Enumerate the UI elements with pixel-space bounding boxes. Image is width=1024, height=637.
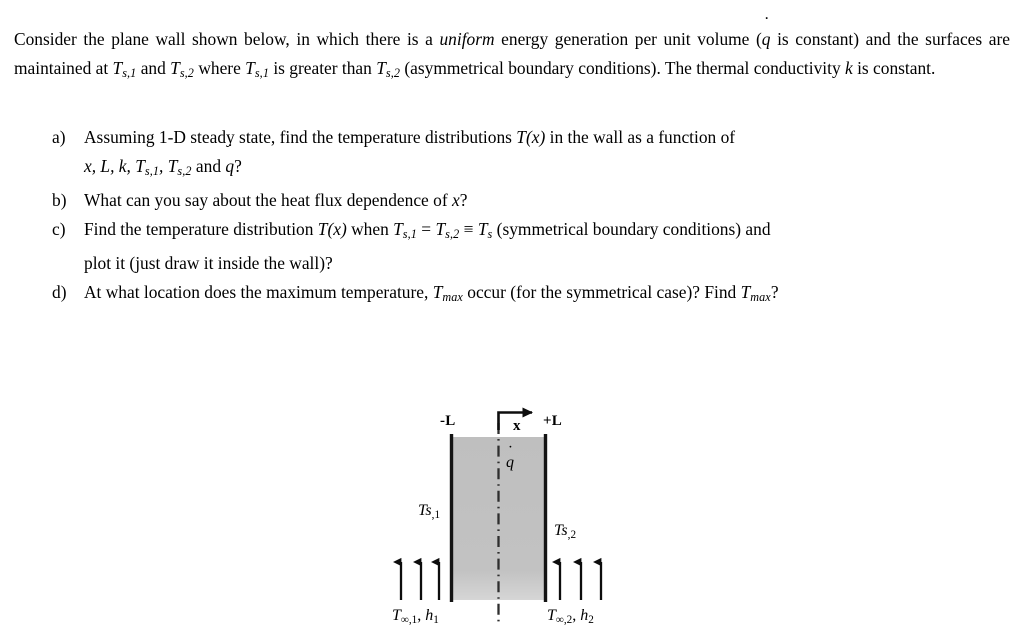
question-c-line-1: Find the temperature distribution T(x) w… [84,215,992,249]
question-marker-c: c) [52,219,66,240]
question-c-line-2: plot it (just draw it inside the wall)? [84,253,333,274]
diagram-h2-sub: 2 [588,613,594,626]
subscript-s2: s,2 [179,66,194,81]
intro-text-4: and [136,58,171,79]
question-b-line-1: What can you say about the heat flux dep… [84,186,992,215]
diagram-Tinf2-base: T [547,607,556,624]
question-body-c: Find the temperature distribution T(x) w… [84,215,992,278]
question-item-c: c) Find the temperature distribution T(x… [52,215,992,278]
intro-text-8: is constant. [852,58,936,79]
diagram-Ts1-base: Ts [418,502,432,519]
qa-text-1: Assuming 1-D steady state, find the temp… [84,127,517,147]
qb-symbol-x: x [451,190,460,211]
symbol-k: k [845,58,853,79]
diagram-q-dot-glyph: q [506,454,514,472]
qd-sub-max: max [442,290,463,305]
intro-emphasis-uniform: uniform [439,29,495,50]
diagram-Tinf1-base: T [392,607,401,624]
diagram-Ts2-sub: ,2 [567,528,577,541]
qc-symbol-T1: T [393,219,403,240]
convection-arrows-left [393,557,441,600]
qd-text-1: At what location does the maximum temper… [84,282,433,303]
qb-text-1: What can you say about the heat flux dep… [84,190,452,211]
qc-equals: = [416,219,436,240]
intro-text-7: (asymmetrical boundary conditions). The … [400,58,845,79]
intro-text-2: energy generation per unit volume ( [494,29,762,50]
intro-text-5: where [193,58,246,79]
qc-symbol-T: T [317,219,328,240]
qc-sub-s1: s,1 [402,227,417,242]
diagram-label-Tinf1-h1: T∞,1, h1 [392,607,439,626]
qd-text-3: ? [770,282,779,303]
qd-text-2: occur (for the symmetrical case)? Find [462,282,741,303]
intro-text-1: Consider the plane wall shown below, in … [14,29,440,50]
question-item-d: d) At what location does the maximum tem… [52,278,992,312]
diagram-Tinf1-sub: ∞,1 [400,613,418,626]
q-dot-symbol: q [762,25,771,54]
subscript-s1: s,1 [122,66,137,81]
question-item-a: a) Assuming 1-D steady state, find the t… [52,123,992,186]
document-page: Consider the plane wall shown below, in … [0,0,1024,637]
question-marker-b: b) [52,190,67,211]
diagram-Ts2-base: Ts [554,522,568,539]
diagram-label-Ts2: Ts,2 [554,522,576,541]
intro-text-6: is greater than [269,58,377,79]
question-item-b: b) What can you say about the heat flux … [52,186,992,215]
intro-paragraph: Consider the plane wall shown below, in … [14,25,1010,88]
question-marker-d: d) [52,282,67,303]
diagram-label-Tinf2-h2: T∞,2, h2 [547,607,594,626]
diagram-label-q-dot: q [506,454,514,472]
qa-sub-s1: s,1 [144,164,160,179]
qa-and: and [191,156,226,176]
qc-symbol-T2: T [435,219,446,240]
qc-text-2: when [346,219,394,240]
qc-text-1: Find the temperature distribution [84,219,318,240]
qc-text-3: (symmetrical boundary conditions) and [492,219,771,240]
question-marker-a: a) [52,127,66,147]
diagram-label-minus-L: -L [440,413,456,429]
diagram-Tinf2-sub: ∞,2 [555,613,573,626]
qa-q-dot-symbol: q [225,152,234,181]
qa-end: ? [234,156,242,176]
diagram-Ts1-sub: ,1 [431,508,441,521]
diagram-label-Ts1: Ts,1 [418,502,440,521]
qc-sub-s2: s,2 [445,227,460,242]
symbol-T-s2: T [170,58,180,79]
qa-sub-s2: s,2 [177,164,192,179]
question-body-d: At what location does the maximum temper… [84,278,992,312]
qa-symbol-x: (x) [525,127,546,147]
qd-symbol-T: T [432,282,443,303]
subscript-s1-b: s,1 [254,66,269,81]
diagram-h1-sub: 1 [433,613,439,626]
symbol-T-s2-b: T [376,58,386,79]
question-body-a: Assuming 1-D steady state, find the temp… [84,123,992,186]
symbol-T-s1-b: T [245,58,255,79]
qb-text-2: ? [459,190,468,211]
subscript-s2-b: s,2 [385,66,401,81]
qd-sub-max-2: max [750,290,771,305]
plane-wall-diagram: -L +L x q Ts,1 Ts,2 T∞,1, h1 T∞,2, h2 [380,400,660,637]
diagram-label-x-axis: x [513,418,521,434]
qc-symbol-x: (x) [327,219,347,240]
qa-text-2: in the wall as a function of [545,127,736,147]
question-d-line-1: At what location does the maximum temper… [84,278,992,312]
qa-vars-1: x, L, k, T [84,156,145,176]
symbol-T-s1: T [112,58,123,79]
qc-equiv: ≡ [459,219,478,240]
qa-vars-mid: , T [159,156,178,176]
qa-symbol-T: T [516,127,526,147]
qd-symbol-T2: T [740,282,751,303]
question-list: a) Assuming 1-D steady state, find the t… [52,123,992,312]
question-a-line-1: Assuming 1-D steady state, find the temp… [84,123,992,152]
diagram-label-plus-L: +L [543,413,562,429]
question-a-line-2: x, L, k, Ts,1, Ts,2 and q? [84,152,992,186]
question-body-b: What can you say about the heat flux dep… [84,186,992,215]
convection-arrows-right [552,557,603,600]
